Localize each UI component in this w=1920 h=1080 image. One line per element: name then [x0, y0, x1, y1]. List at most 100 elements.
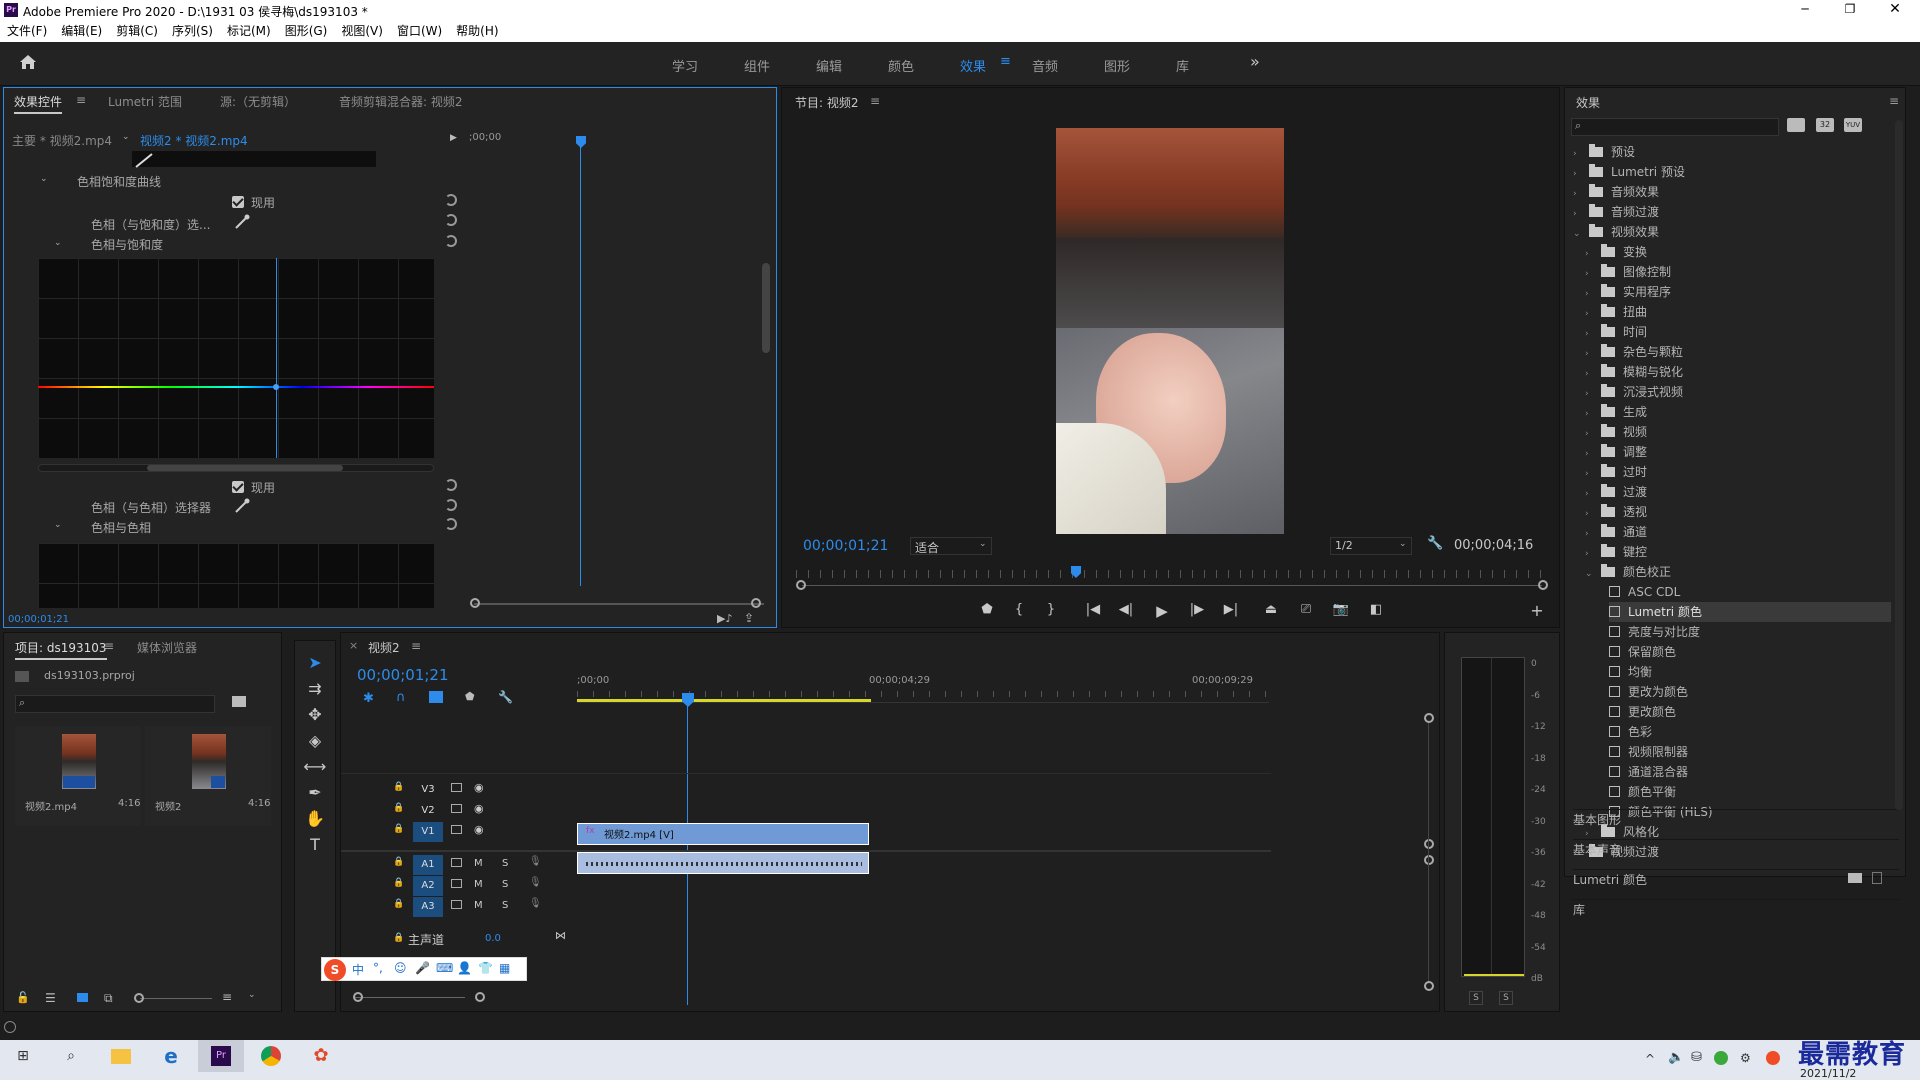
go-to-end-icon[interactable]: ⋈: [555, 929, 566, 942]
hue-vs-hue-chevron-icon[interactable]: ⌄: [54, 520, 62, 530]
chrome-icon[interactable]: [248, 1040, 294, 1072]
chevron-right-icon[interactable]: ›: [1573, 184, 1583, 204]
timeline-settings-wrench-icon[interactable]: 🔧: [498, 690, 513, 704]
program-monitor-title[interactable]: 节目: 视频2: [795, 94, 859, 111]
effect-item[interactable]: 色彩: [1609, 722, 1652, 742]
effects-folder[interactable]: › 杂色与颗粒: [1585, 342, 1683, 362]
ime-button[interactable]: ▦: [499, 961, 510, 975]
effects-folder[interactable]: › 过时: [1585, 462, 1647, 482]
menu-item[interactable]: 剪辑(C): [116, 20, 158, 42]
snap-icon[interactable]: ∩: [396, 690, 406, 705]
ime-button[interactable]: °,: [373, 961, 383, 975]
play-icon[interactable]: ▶: [1151, 602, 1173, 620]
chevron-right-icon[interactable]: ›: [1585, 404, 1595, 424]
project-item-video-clip[interactable]: 视频2.mp4 4:16: [15, 726, 141, 826]
reset-icon[interactable]: [445, 214, 457, 226]
program-zoom-bar[interactable]: [802, 585, 1542, 586]
chevron-right-icon[interactable]: ›: [1573, 204, 1583, 224]
accelerated-effects-icon[interactable]: [1787, 118, 1805, 132]
slip-tool-icon[interactable]: ⟷: [303, 755, 327, 779]
ime-button[interactable]: 中: [352, 961, 364, 978]
paint-app-icon[interactable]: ✿: [298, 1040, 344, 1072]
panel-menu-icon[interactable]: ≡: [1889, 94, 1899, 108]
sync-lock-icon[interactable]: [451, 900, 462, 909]
tray-app2-icon[interactable]: ⚙: [1740, 1051, 1751, 1065]
more-workspaces-icon[interactable]: »: [1250, 52, 1260, 71]
track-lock-icon[interactable]: 🔒: [393, 824, 404, 834]
panel-menu-icon[interactable]: ≡: [870, 94, 880, 108]
chevron-right-icon[interactable]: ›: [1585, 484, 1595, 504]
zoom-handle-right[interactable]: [475, 992, 485, 1002]
file-explorer-icon[interactable]: [98, 1040, 144, 1072]
eye-icon[interactable]: ◉: [474, 781, 484, 794]
chevron-right-icon[interactable]: ›: [1585, 364, 1595, 384]
chevron-down-icon[interactable]: ⌄: [1573, 224, 1583, 244]
workspace-tab[interactable]: 颜色: [888, 56, 914, 75]
solo-button[interactable]: S: [502, 879, 508, 890]
play-audio-icon[interactable]: ▶♪: [717, 612, 732, 625]
tray-chevron-icon[interactable]: ^: [1645, 1052, 1655, 1066]
track-lock-icon[interactable]: 🔒: [393, 782, 404, 792]
step-back-icon[interactable]: ◀|: [1115, 602, 1137, 617]
search-icon[interactable]: ⌕: [48, 1040, 94, 1072]
chevron-right-icon[interactable]: ›: [1585, 384, 1595, 404]
effects-section-header[interactable]: 基本图形: [1573, 809, 1899, 829]
graph-scrollbar-thumb[interactable]: [147, 465, 343, 471]
menu-item[interactable]: 序列(S): [172, 20, 213, 42]
menu-item[interactable]: 帮助(H): [456, 20, 498, 42]
workspace-tab[interactable]: 音频: [1032, 56, 1058, 75]
program-timecode[interactable]: 00;00;01;21: [803, 538, 888, 554]
audio-clip[interactable]: [577, 852, 869, 874]
effects-folder[interactable]: › 透视: [1585, 502, 1647, 522]
effects-folder[interactable]: › 沉浸式视频: [1585, 382, 1683, 402]
workspace-tab[interactable]: 图形: [1104, 56, 1130, 75]
reset-icon[interactable]: [445, 518, 457, 530]
zoom-handle-left[interactable]: [470, 598, 480, 608]
effects-search-input[interactable]: ⌕: [1571, 118, 1779, 136]
chevron-right-icon[interactable]: ›: [1585, 264, 1595, 284]
go-to-in-icon[interactable]: |◀: [1082, 602, 1104, 617]
work-area-bar[interactable]: [577, 699, 871, 702]
extract-icon[interactable]: ⎚: [1295, 602, 1317, 617]
effect-item[interactable]: ASC CDL: [1609, 582, 1680, 602]
effects-folder[interactable]: › 视频: [1585, 422, 1647, 442]
linked-selection-icon[interactable]: [429, 691, 443, 703]
minimize-button[interactable]: ─: [1790, 0, 1820, 20]
tab-lumetri-scopes[interactable]: Lumetri 范围: [108, 93, 182, 110]
menu-item[interactable]: 文件(F): [7, 20, 47, 42]
lift-icon[interactable]: ⏏: [1260, 602, 1282, 617]
effect-item[interactable]: Lumetri 颜色: [1609, 602, 1891, 622]
reset-icon[interactable]: [445, 235, 457, 247]
track-select-tool-icon[interactable]: ⇉: [303, 677, 327, 701]
sync-lock-icon[interactable]: [451, 879, 462, 888]
lock-icon[interactable]: 🔓: [16, 991, 30, 1004]
chevron-right-icon[interactable]: ›: [1585, 324, 1595, 344]
panel-menu-icon[interactable]: ≡: [104, 639, 114, 653]
chevron-right-icon[interactable]: ›: [1585, 444, 1595, 464]
zoom-handle-right[interactable]: [751, 598, 761, 608]
tab-audio-clip-mixer[interactable]: 音频剪辑混合器: 视频2: [339, 93, 463, 110]
sort-icon[interactable]: ≡: [222, 990, 232, 1004]
solo-right-button[interactable]: S: [1499, 991, 1513, 1005]
effects-section-header[interactable]: 基本声音: [1573, 839, 1899, 859]
track-lock-icon[interactable]: 🔒: [393, 878, 404, 888]
timeline-tab-label[interactable]: 视频2: [368, 639, 400, 656]
workspace-active-menu-icon[interactable]: ≡: [1000, 54, 1011, 69]
32bit-effects-icon[interactable]: 32: [1816, 118, 1834, 132]
reset-icon[interactable]: [445, 194, 457, 206]
effects-folder[interactable]: › 扭曲: [1585, 302, 1647, 322]
volume-icon[interactable]: 🔈: [1668, 1050, 1684, 1065]
hue-selector-line[interactable]: [276, 258, 277, 458]
effect-item[interactable]: 亮度与对比度: [1609, 622, 1700, 642]
selection-tool-icon[interactable]: ➤: [303, 651, 327, 675]
track-target-button[interactable]: A1: [413, 855, 443, 875]
menu-item[interactable]: 图形(G): [285, 20, 328, 42]
chevron-right-icon[interactable]: ›: [1585, 504, 1595, 524]
track-target-button[interactable]: V1: [413, 822, 443, 842]
mute-button[interactable]: M: [474, 858, 483, 869]
track-lock-icon[interactable]: 🔒: [393, 933, 404, 943]
workspace-tab[interactable]: 编辑: [816, 56, 842, 75]
close-tab-icon[interactable]: ×: [349, 639, 358, 652]
mute-button[interactable]: M: [474, 900, 483, 911]
add-marker-icon[interactable]: ⬟: [465, 690, 475, 703]
